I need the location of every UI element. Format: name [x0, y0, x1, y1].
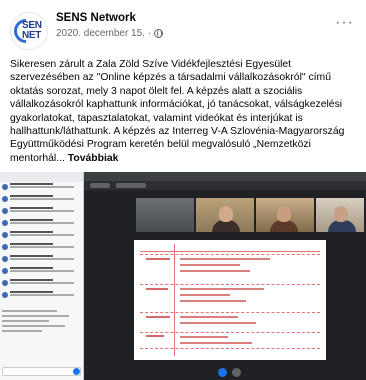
- meta-separator: ·: [147, 28, 152, 39]
- image-chat-footer: [2, 310, 81, 332]
- image-video-tile: [196, 198, 254, 232]
- image-send-icon: [73, 368, 80, 375]
- image-chat-message: [0, 230, 83, 242]
- image-chat-message: [0, 206, 83, 218]
- see-more-link[interactable]: Továbbiak: [68, 153, 119, 164]
- image-meeting-area: [84, 172, 366, 380]
- logo-text: SEN NET: [22, 20, 42, 41]
- image-chat-message: [0, 182, 83, 194]
- image-meeting-controls: [84, 366, 366, 380]
- post-header: SEN NET SENS Network 2020. december 15. …: [10, 8, 356, 50]
- image-camera-icon: [232, 368, 241, 377]
- post-body-text: Sikeresen zárult a Zala Zöld Szíve Vidék…: [10, 59, 345, 164]
- image-chat-message: [0, 254, 83, 266]
- image-chat-message: [0, 266, 83, 278]
- post-text: Sikeresen zárult a Zala Zöld Szíve Vidék…: [10, 58, 356, 165]
- image-video-tile: [316, 198, 364, 232]
- post-meta: 2020. december 15. ·: [56, 28, 164, 39]
- image-chat-message: [0, 278, 83, 290]
- image-chat-title: [0, 172, 83, 182]
- image-chat-input: [2, 367, 81, 376]
- image-presentation-slide: [134, 240, 326, 360]
- image-chat-message: [0, 194, 83, 206]
- image-video-tile: [136, 198, 194, 232]
- facebook-post-card: SEN NET SENS Network 2020. december 15. …: [0, 0, 366, 380]
- page-name-link[interactable]: SENS Network: [56, 12, 136, 24]
- image-video-tile: [256, 198, 314, 232]
- image-chat-message: [0, 290, 83, 302]
- more-icon[interactable]: ···: [335, 15, 354, 31]
- globe-icon[interactable]: [154, 29, 164, 38]
- post-image[interactable]: [0, 172, 366, 380]
- page-avatar[interactable]: SEN NET: [10, 12, 48, 50]
- image-chat-message: [0, 242, 83, 254]
- image-chat-panel: [0, 172, 84, 380]
- image-mic-icon: [218, 368, 227, 377]
- image-chat-message: [0, 218, 83, 230]
- post-date-link[interactable]: 2020. december 15.: [56, 28, 145, 39]
- image-meeting-topbar: [84, 172, 366, 181]
- image-meeting-toolbar: [84, 181, 366, 190]
